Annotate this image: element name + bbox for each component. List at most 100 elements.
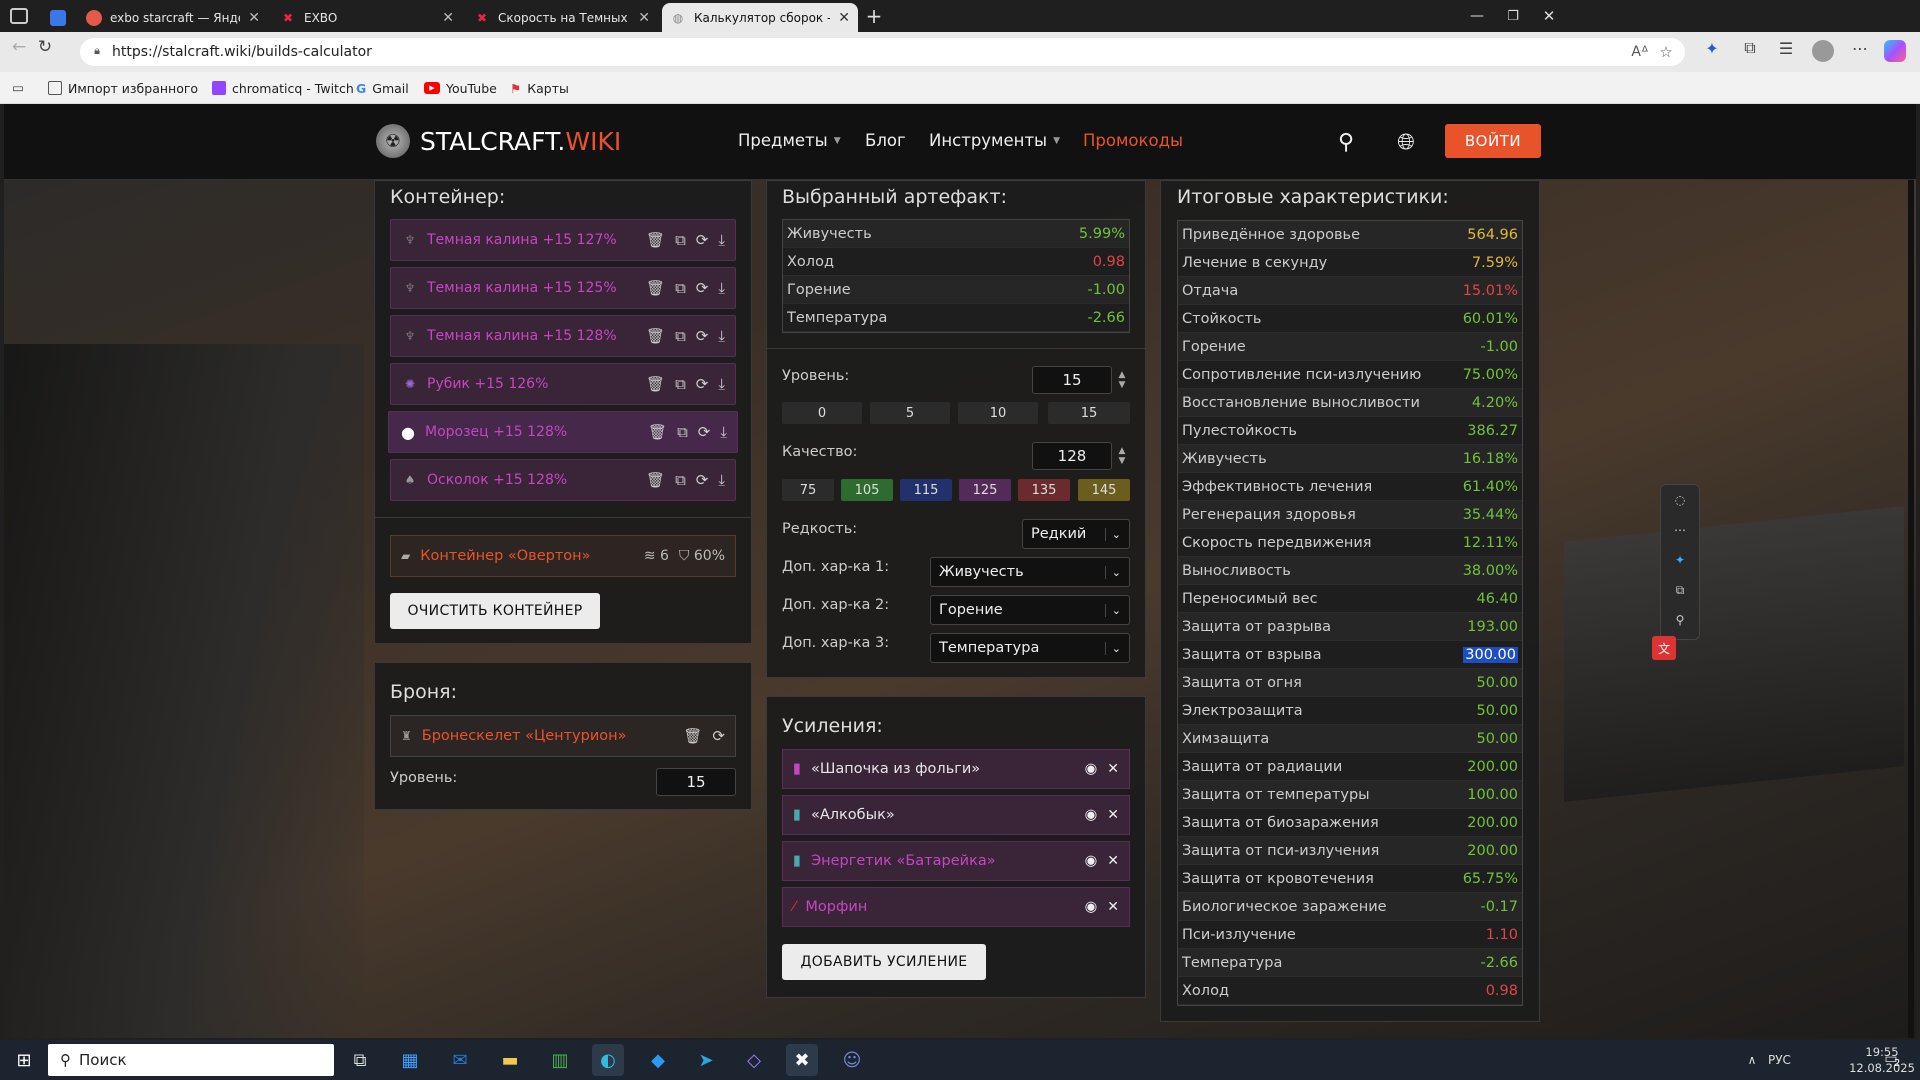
replace-icon[interactable]: ⟳: [696, 375, 709, 393]
download-icon[interactable]: ⤓: [718, 327, 725, 345]
container-item[interactable]: ♆ Темная калина +15 128% 🗑︎ ⧉ ⟳ ⤓: [390, 315, 736, 357]
site-logo[interactable]: STALCRAFT.WIKI: [420, 127, 621, 156]
download-icon[interactable]: ⤓: [718, 279, 725, 297]
copilot-icon[interactable]: [1884, 40, 1906, 62]
extra1-select[interactable]: Живучесть ⌄: [930, 557, 1130, 587]
outlook-icon[interactable]: ✉: [444, 1044, 476, 1076]
add-boost-button[interactable]: ДОБАВИТЬ УСИЛЕНИЕ: [782, 944, 986, 980]
profile-avatar[interactable]: [1812, 40, 1834, 62]
artifact-level-input[interactable]: 15: [1032, 366, 1112, 394]
nav-tools[interactable]: Инструменты ▼: [929, 131, 1060, 150]
bookmark-maps[interactable]: ⚑ Карты: [510, 78, 569, 98]
search-icon[interactable]: ⚲: [1332, 128, 1360, 156]
remove-icon[interactable]: ✕: [1107, 807, 1119, 823]
download-icon[interactable]: ⤓: [718, 375, 725, 393]
tab-0[interactable]: [42, 3, 72, 32]
tab-1[interactable]: exbo starcraft — Яндекс: нашлос ✕: [78, 3, 268, 32]
replace-icon[interactable]: ⟳: [696, 327, 709, 345]
replace-icon[interactable]: ⟳: [696, 471, 709, 489]
trash-icon[interactable]: 🗑︎: [646, 279, 665, 297]
copy-icon[interactable]: ⧉: [675, 471, 686, 489]
tab-2[interactable]: ✖ EXBO ✕: [272, 3, 462, 32]
download-icon[interactable]: ⤓: [720, 423, 727, 441]
quality-preset-button[interactable]: 125: [959, 479, 1011, 501]
app-launcher-icon[interactable]: ◇: [738, 1044, 770, 1076]
container-item-selected[interactable]: ● Морозец +15 128% 🗑︎ ⧉ ⟳ ⤓: [388, 411, 738, 453]
container-item[interactable]: ♆ Темная калина +15 127% 🗑︎ ⧉ ⟳ ⤓: [390, 219, 736, 261]
taskbar-search[interactable]: ⚲ Поиск: [48, 1044, 334, 1076]
excel-icon[interactable]: ▥: [544, 1044, 576, 1076]
download-icon[interactable]: ⤓: [718, 471, 725, 489]
bookmark-import[interactable]: Импорт избранного: [48, 78, 198, 98]
rarity-select[interactable]: Редкий ⌄: [1022, 519, 1130, 549]
bookmark-youtube[interactable]: ▶ YouTube: [424, 78, 497, 98]
boost-item[interactable]: ▮ Энергетик «Батарейка» ◉ ✕: [782, 841, 1130, 881]
trash-icon[interactable]: 🗑︎: [646, 471, 665, 489]
telegram-icon[interactable]: ➤: [690, 1044, 722, 1076]
login-button[interactable]: ВОЙТИ: [1445, 124, 1541, 158]
copilot-sparkle-icon[interactable]: ✦: [1700, 36, 1724, 60]
level-preset-button[interactable]: 10: [958, 402, 1038, 424]
translate-icon[interactable]: 文: [1652, 636, 1676, 660]
trash-icon[interactable]: 🗑︎: [648, 423, 667, 441]
copy-icon[interactable]: ⧉: [675, 279, 686, 297]
copy-icon[interactable]: ⧉: [1661, 575, 1699, 605]
more-menu-icon[interactable]: ⋯: [1848, 36, 1872, 60]
container-item[interactable]: ✺ Рубик +15 126% 🗑︎ ⧉ ⟳ ⤓: [390, 363, 736, 405]
copy-icon[interactable]: ⧉: [675, 231, 686, 249]
remove-icon[interactable]: ✕: [1107, 899, 1119, 915]
copilot-small-icon[interactable]: ✦: [1661, 545, 1699, 575]
more-icon[interactable]: ⋯: [1661, 515, 1699, 545]
edge-icon[interactable]: ◐: [592, 1044, 624, 1076]
store-icon[interactable]: ▦: [394, 1044, 426, 1076]
page-scrollbar[interactable]: [1908, 180, 1914, 1038]
extensions-icon[interactable]: ⧉: [1738, 36, 1762, 60]
favorite-star-icon[interactable]: ☆: [1657, 43, 1675, 61]
tab-3[interactable]: ✖ Скорость на Темных Калинах - E ✕: [466, 3, 658, 32]
quality-preset-button[interactable]: 135: [1018, 479, 1070, 501]
search-icon[interactable]: ⚲: [1661, 605, 1699, 635]
collections-icon[interactable]: ▭: [10, 80, 26, 95]
trash-icon[interactable]: 🗑︎: [646, 375, 665, 393]
read-aloud-icon[interactable]: Aᐞ: [1631, 43, 1649, 61]
app-icon[interactable]: ◆: [642, 1044, 674, 1076]
trash-icon[interactable]: 🗑︎: [646, 231, 665, 249]
clock[interactable]: 19:55 12.08.2025: [1838, 1044, 1920, 1076]
replace-icon[interactable]: ⟳: [698, 423, 711, 441]
close-icon[interactable]: ✕: [838, 10, 850, 26]
quality-preset-button[interactable]: 105: [841, 479, 893, 501]
eye-icon[interactable]: ◉: [1085, 853, 1098, 869]
quality-preset-button[interactable]: 145: [1078, 479, 1130, 501]
tab-4[interactable]: ◍ Калькулятор сборок - STALCRAF ✕: [662, 3, 858, 32]
clear-container-button[interactable]: ОЧИСТИТЬ КОНТЕЙНЕР: [390, 593, 600, 629]
remove-icon[interactable]: ✕: [1107, 761, 1119, 777]
file-explorer-icon[interactable]: ▬: [494, 1044, 526, 1076]
stalcraft-logo-icon[interactable]: ☢: [376, 124, 410, 158]
quality-stepper-icon[interactable]: ▲ ▼: [1114, 442, 1130, 470]
armor-level-input[interactable]: 15: [656, 768, 736, 796]
refresh-icon[interactable]: ↻: [34, 36, 56, 58]
level-preset-button[interactable]: 0: [782, 402, 862, 424]
copy-icon[interactable]: ⧉: [675, 375, 686, 393]
boost-item[interactable]: ▮ «Шапочка из фольги» ◉ ✕: [782, 749, 1130, 789]
site-info-icon[interactable]: 🔒︎: [90, 44, 104, 58]
bookmark-gmail[interactable]: G Gmail: [356, 78, 409, 98]
trash-icon[interactable]: 🗑︎: [683, 727, 702, 745]
eye-icon[interactable]: ◉: [1085, 807, 1098, 823]
maximize-icon[interactable]: ❐: [1498, 5, 1528, 27]
remove-icon[interactable]: ✕: [1107, 853, 1119, 869]
discord-icon[interactable]: ☺: [836, 1044, 868, 1076]
replace-icon[interactable]: ⟳: [712, 727, 725, 745]
quality-input[interactable]: 128: [1032, 442, 1112, 470]
quality-preset-button[interactable]: 115: [900, 479, 952, 501]
eye-icon[interactable]: ◉: [1085, 899, 1098, 915]
bookmark-twitch[interactable]: chromaticq - Twitch: [212, 78, 354, 98]
nav-blog[interactable]: Блог: [865, 131, 906, 150]
windows-start-icon[interactable]: ⊞: [8, 1044, 40, 1076]
favorites-icon[interactable]: ☰: [1774, 36, 1798, 60]
globe-icon[interactable]: 🌐︎: [1392, 128, 1420, 156]
extra2-select[interactable]: Горение ⌄: [930, 595, 1130, 625]
url-bar[interactable]: 🔒︎ https://stalcraft.wiki/builds-calcula…: [80, 38, 1685, 66]
back-icon[interactable]: ←: [8, 36, 30, 58]
task-view-icon[interactable]: ⧉: [344, 1044, 376, 1076]
